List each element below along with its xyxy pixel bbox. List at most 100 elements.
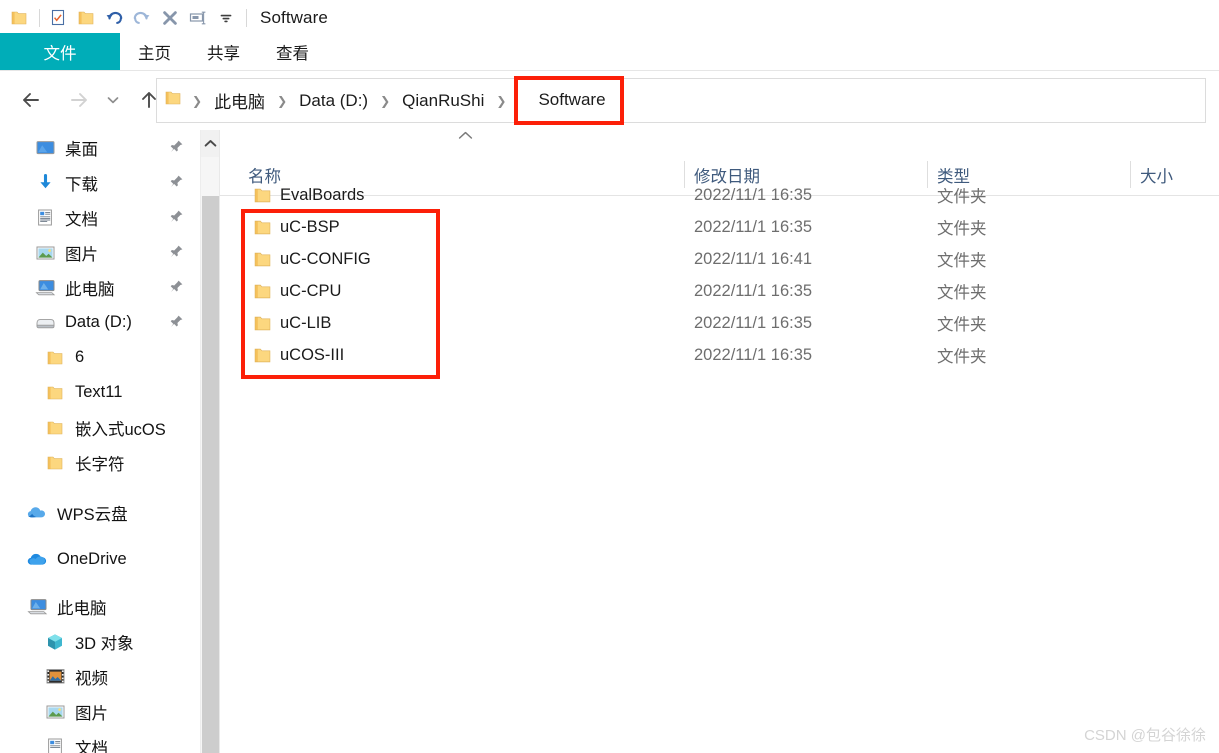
download-icon <box>34 173 56 193</box>
undo-icon[interactable] <box>101 5 127 31</box>
file-modified: 2022/11/1 16:35 <box>694 281 813 300</box>
sidebar-item-label: 3D 对象 <box>75 634 134 653</box>
sidebar-item-documents-pc[interactable]: 文档 <box>0 729 200 753</box>
file-type: 文件夹 <box>937 348 987 366</box>
recent-locations-icon[interactable] <box>100 83 126 117</box>
table-row[interactable]: uC-CONFIG 2022/11/1 16:41 文件夹 <box>220 243 1219 275</box>
file-list-pane: 名称 修改日期 类型 大小 EvalBoards 2022/11/1 16:35… <box>220 130 1219 753</box>
folder-icon <box>44 348 66 368</box>
sidebar-item-label: 图片 <box>75 704 108 723</box>
sidebar-item-videos[interactable]: 视频 <box>0 659 200 694</box>
title-divider <box>246 8 247 27</box>
folder-icon <box>44 418 66 438</box>
sidebar-item-folder-text11[interactable]: Text11 <box>0 375 200 410</box>
forward-button[interactable] <box>62 83 96 117</box>
sidebar-item-label: 文档 <box>75 739 108 753</box>
table-row[interactable]: uC-LIB 2022/11/1 16:35 文件夹 <box>220 307 1219 339</box>
file-modified: 2022/11/1 16:35 <box>694 185 813 204</box>
sidebar-item-wps-cloud[interactable]: WPS云盘 <box>0 495 200 530</box>
file-modified: 2022/11/1 16:41 <box>694 249 813 268</box>
file-name: uCOS-III <box>280 345 345 364</box>
window-title: Software <box>260 7 328 27</box>
sidebar-item-label: 此电脑 <box>65 280 115 299</box>
file-modified: 2022/11/1 16:35 <box>694 345 813 364</box>
sidebar-item-label: WPS云盘 <box>57 505 128 524</box>
breadcrumb-item-data-d[interactable]: Data (D:) <box>296 89 371 113</box>
ribbon-tab-bar: 文件 主页 共享 查看 <box>0 33 1219 71</box>
breadcrumb-item-qianrushi[interactable]: QianRuShi <box>399 89 487 113</box>
file-type: 文件夹 <box>937 284 987 302</box>
delete-icon[interactable] <box>157 5 183 31</box>
sidebar-item-label: 6 <box>75 348 85 366</box>
breadcrumb-item-this-pc[interactable]: 此电脑 <box>211 86 268 115</box>
sidebar-item-folder-ucos[interactable]: 嵌入式ucOS <box>0 410 200 445</box>
sidebar-item-label: 文档 <box>65 210 98 229</box>
navigation-pane-scrollbar[interactable] <box>200 130 219 753</box>
sidebar-item-data-drive[interactable]: Data (D:) <box>0 305 200 340</box>
tab-file[interactable]: 文件 <box>0 33 120 70</box>
pin-icon[interactable] <box>169 244 184 264</box>
sidebar-item-label: 长字符 <box>75 455 125 474</box>
navigation-pane: 桌面 下载 文档 图片 此电脑 Data (D:) 6 Text11 嵌入式uc… <box>0 130 200 753</box>
sidebar-item-label: 此电脑 <box>57 599 107 618</box>
address-folder-icon <box>165 90 181 111</box>
sidebar-item-this-pc-quick[interactable]: 此电脑 <box>0 270 200 305</box>
sidebar-item-folder-changzifu[interactable]: 长字符 <box>0 445 200 480</box>
folder-icon <box>253 186 271 204</box>
sidebar-item-downloads[interactable]: 下载 <box>0 165 200 200</box>
file-name: uC-CONFIG <box>280 249 371 268</box>
computer-icon <box>26 597 48 617</box>
pin-icon[interactable] <box>169 279 184 299</box>
folder-icon <box>253 282 271 300</box>
breadcrumb-item-software[interactable]: Software <box>524 87 619 115</box>
sidebar-item-pictures-pc[interactable]: 图片 <box>0 694 200 729</box>
sidebar-item-label: 图片 <box>65 245 98 264</box>
file-type: 文件夹 <box>937 316 987 334</box>
wps-cloud-icon <box>26 503 48 523</box>
table-row[interactable]: EvalBoards 2022/11/1 16:35 文件夹 <box>220 179 1219 211</box>
customize-dropdown-icon[interactable] <box>213 5 239 31</box>
pin-icon[interactable] <box>169 139 184 159</box>
table-row[interactable]: uC-BSP 2022/11/1 16:35 文件夹 <box>220 211 1219 243</box>
sort-ascending-icon[interactable] <box>457 130 474 143</box>
pin-icon[interactable] <box>169 174 184 194</box>
sidebar-item-this-pc[interactable]: 此电脑 <box>0 589 200 624</box>
redo-icon[interactable] <box>129 5 155 31</box>
sidebar-item-label: 嵌入式ucOS <box>75 420 166 439</box>
back-button[interactable] <box>14 83 48 117</box>
pin-icon[interactable] <box>169 314 184 334</box>
sidebar-item-documents[interactable]: 文档 <box>0 200 200 235</box>
scroll-up-icon[interactable] <box>201 130 219 157</box>
address-bar[interactable]: ❯ 此电脑 ❯ Data (D:) ❯ QianRuShi ❯ Software <box>156 78 1206 123</box>
tab-share[interactable]: 共享 <box>189 33 258 70</box>
table-row[interactable]: uC-CPU 2022/11/1 16:35 文件夹 <box>220 275 1219 307</box>
sidebar-item-label: Data (D:) <box>65 313 132 331</box>
tab-view[interactable]: 查看 <box>258 33 327 70</box>
pictures-icon <box>34 243 56 263</box>
documents-icon <box>34 208 56 228</box>
tab-home[interactable]: 主页 <box>120 33 189 70</box>
file-name: uC-LIB <box>280 313 332 332</box>
table-row[interactable]: uCOS-III 2022/11/1 16:35 文件夹 <box>220 339 1219 371</box>
sidebar-item-label: Text11 <box>75 383 123 401</box>
breadcrumb-separator-icon: ❯ <box>192 93 203 108</box>
properties-icon[interactable] <box>45 5 71 31</box>
file-modified: 2022/11/1 16:35 <box>694 313 813 332</box>
breadcrumb-separator-icon: ❯ <box>380 93 391 108</box>
folder-icon[interactable] <box>6 5 32 31</box>
file-name: uC-CPU <box>280 281 342 300</box>
sidebar-item-desktop[interactable]: 桌面 <box>0 130 200 165</box>
sidebar-item-folder-6[interactable]: 6 <box>0 340 200 375</box>
file-name: EvalBoards <box>280 185 365 204</box>
scrollbar-thumb[interactable] <box>202 196 219 753</box>
sidebar-item-onedrive[interactable]: OneDrive <box>0 542 200 577</box>
rename-icon[interactable] <box>185 5 211 31</box>
sidebar-item-3d-objects[interactable]: 3D 对象 <box>0 624 200 659</box>
pin-icon[interactable] <box>169 209 184 229</box>
sidebar-item-pictures[interactable]: 图片 <box>0 235 200 270</box>
onedrive-icon <box>26 550 48 570</box>
new-folder-icon[interactable] <box>73 5 99 31</box>
documents-icon <box>44 737 66 753</box>
pictures-icon <box>44 702 66 722</box>
